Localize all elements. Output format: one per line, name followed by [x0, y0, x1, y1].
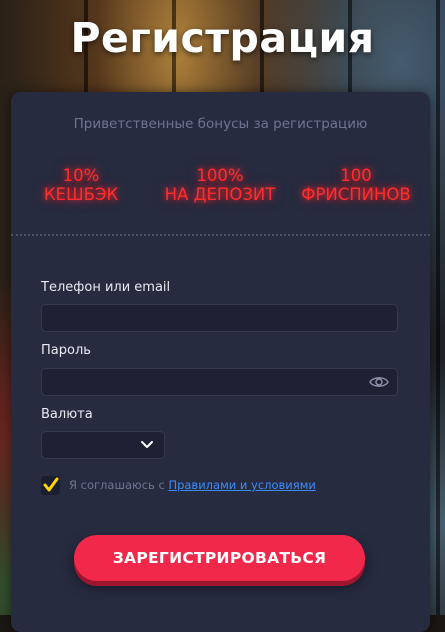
- bonus-heading: Приветственные бонусы за регистрацию: [73, 116, 368, 132]
- currency-label: Валюта: [41, 407, 93, 422]
- dotted-divider: [11, 234, 430, 236]
- password-label: Пароль: [41, 343, 91, 358]
- bonus-value: 100: [340, 166, 372, 185]
- bonus-deposit: 100% НА ДЕПОЗИТ: [157, 166, 283, 204]
- page-title: Регистрация: [70, 14, 375, 62]
- bonus-freespins: 100 ФРИСПИНОВ: [293, 166, 419, 204]
- checkmark-icon: [43, 477, 59, 492]
- password-input[interactable]: [41, 368, 398, 396]
- agree-checkbox[interactable]: [41, 476, 60, 495]
- currency-select[interactable]: [41, 431, 165, 459]
- terms-link[interactable]: Правилами и условиями: [168, 478, 315, 492]
- bonus-label: ФРИСПИНОВ: [301, 185, 411, 204]
- bonus-value: 100%: [196, 166, 244, 185]
- agree-text: Я соглашаюсь с Правилами и условиями: [69, 478, 316, 492]
- register-button[interactable]: ЗАРЕГИСТРИРОВАТЬСЯ: [74, 535, 365, 581]
- bonus-label: КЕШБЭК: [43, 185, 119, 204]
- bonus-cashback: 10% КЕШБЭК: [33, 166, 129, 204]
- phone-input[interactable]: [41, 304, 398, 332]
- bonus-label: НА ДЕПОЗИТ: [164, 185, 276, 204]
- chevron-down-icon: [141, 441, 153, 448]
- phone-label: Телефон или email: [41, 280, 171, 295]
- agree-label: Я соглашаюсь с: [69, 478, 165, 492]
- registration-card: Приветственные бонусы за регистрацию 10%…: [11, 92, 430, 632]
- bonus-value: 10%: [62, 166, 100, 185]
- eye-icon[interactable]: [369, 374, 389, 390]
